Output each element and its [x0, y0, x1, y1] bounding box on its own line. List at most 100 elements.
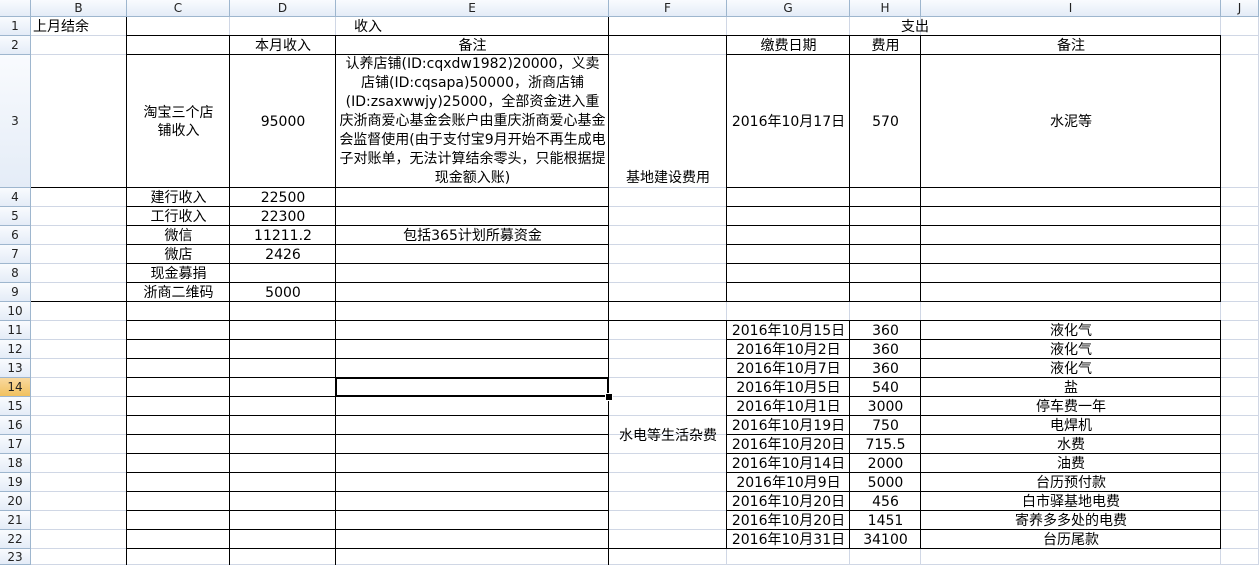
income-amount: 5000 — [265, 284, 301, 301]
column-header-F[interactable]: F — [609, 0, 727, 17]
border-line — [727, 339, 1221, 340]
row-header-9[interactable]: 9 — [0, 283, 31, 302]
expense-date: 2016年10月15日 — [731, 322, 846, 339]
expense-fee: 750 — [872, 417, 899, 434]
expense-note: 水费 — [1057, 436, 1085, 453]
pay-date-header: 缴费日期 — [760, 37, 817, 54]
income-note — [336, 245, 609, 264]
expense-fee: 540 — [872, 379, 899, 396]
border-line — [727, 225, 1221, 226]
row-header-6[interactable]: 6 — [0, 226, 31, 245]
border-line — [127, 244, 609, 245]
expense-date: 2016年10月17日 — [731, 113, 846, 130]
column-header-D[interactable]: D — [230, 0, 336, 17]
expense-fee: 715.5 — [865, 436, 906, 453]
row-header-19[interactable]: 19 — [0, 473, 31, 492]
row-header-2[interactable]: 2 — [0, 36, 31, 55]
row-header-16[interactable]: 16 — [0, 416, 31, 435]
border-line — [849, 321, 850, 549]
column-header-J[interactable]: J — [1221, 0, 1259, 17]
border-line — [127, 472, 609, 473]
row-header-5[interactable]: 5 — [0, 207, 31, 226]
border-line — [608, 17, 609, 565]
expense-fee: 570 — [872, 113, 899, 130]
income-amount — [230, 264, 336, 283]
border-line — [31, 187, 609, 188]
expense-note: 台历预付款 — [1036, 474, 1106, 491]
border-line — [127, 320, 609, 321]
row-header-20[interactable]: 20 — [0, 492, 31, 511]
row-header-12[interactable]: 12 — [0, 340, 31, 359]
border-line — [127, 206, 609, 207]
border-line — [727, 529, 1221, 530]
border-line — [727, 472, 1221, 473]
row-header-21[interactable]: 21 — [0, 511, 31, 530]
expense-note: 液化气 — [1050, 322, 1092, 339]
active-cell-E14[interactable] — [335, 377, 609, 397]
column-header-I[interactable]: I — [921, 0, 1221, 17]
expense-date: 2016年10月9日 — [736, 474, 841, 491]
border-line — [127, 35, 609, 36]
border-line — [609, 35, 1221, 36]
border-line — [126, 17, 127, 565]
column-header-B[interactable]: B — [31, 0, 127, 17]
row-header-7[interactable]: 7 — [0, 245, 31, 264]
column-header-E[interactable]: E — [336, 0, 609, 17]
row-header-3[interactable]: 3 — [0, 55, 31, 188]
taobao-income-label: 淘宝三个店铺收入 — [143, 104, 214, 139]
expense-date: 2016年10月7日 — [736, 360, 841, 377]
expense-date: 2016年10月14日 — [731, 455, 846, 472]
row-header-17[interactable]: 17 — [0, 435, 31, 454]
border-line — [920, 321, 921, 549]
border-line — [727, 206, 1221, 207]
expense-date: 2016年10月5日 — [736, 379, 841, 396]
expense-note: 水泥等 — [1050, 113, 1092, 130]
income-amount: 22300 — [260, 208, 306, 225]
row-header-8[interactable]: 8 — [0, 264, 31, 283]
row-header-10[interactable]: 10 — [0, 302, 31, 321]
border-line — [127, 339, 609, 340]
expense-header: 支出 — [901, 18, 929, 35]
expense-note: 液化气 — [1050, 341, 1092, 358]
border-line — [609, 320, 1221, 321]
row-header-1[interactable]: 1 — [0, 17, 31, 36]
income-source-label: 浙商二维码 — [143, 284, 214, 301]
expense-note: 油费 — [1057, 455, 1085, 472]
living-expense-category: 水电等生活杂费 — [619, 428, 717, 444]
row-header-13[interactable]: 13 — [0, 359, 31, 378]
expense-fee: 1451 — [867, 512, 904, 529]
expense-fee: 34100 — [863, 531, 908, 548]
expense-fee: 360 — [872, 322, 899, 339]
border-line — [127, 282, 609, 283]
border-line — [31, 301, 1221, 302]
expense-fee: 3000 — [867, 398, 904, 415]
prev-balance-label: 上月结余 — [33, 18, 89, 35]
select-all-corner[interactable] — [0, 0, 31, 17]
border-line — [1220, 321, 1221, 549]
expense-date: 2016年10月1日 — [736, 398, 841, 415]
income-note — [336, 207, 609, 226]
row-header-11[interactable]: 11 — [0, 321, 31, 340]
border-line — [727, 54, 1221, 55]
border-line — [127, 529, 609, 530]
border-line — [127, 263, 609, 264]
expense-note: 液化气 — [1050, 360, 1092, 377]
row-header-22[interactable]: 22 — [0, 530, 31, 549]
taobao-income-amount: 95000 — [260, 113, 306, 130]
row-header-15[interactable]: 15 — [0, 397, 31, 416]
fill-handle[interactable] — [605, 393, 613, 401]
row-header-18[interactable]: 18 — [0, 454, 31, 473]
border-line — [727, 415, 1221, 416]
border-line — [727, 282, 1221, 283]
expense-date: 2016年10月2日 — [736, 341, 841, 358]
border-line — [127, 548, 1221, 549]
column-header-C[interactable]: C — [127, 0, 230, 17]
income-note — [336, 264, 609, 283]
border-line — [127, 54, 609, 55]
column-header-H[interactable]: H — [850, 0, 921, 17]
expense-date: 2016年10月20日 — [731, 493, 846, 510]
column-header-G[interactable]: G — [727, 0, 850, 17]
row-header-14[interactable]: 14 — [0, 378, 31, 397]
row-header-4[interactable]: 4 — [0, 188, 31, 207]
row-header-23[interactable]: 23 — [0, 549, 31, 565]
